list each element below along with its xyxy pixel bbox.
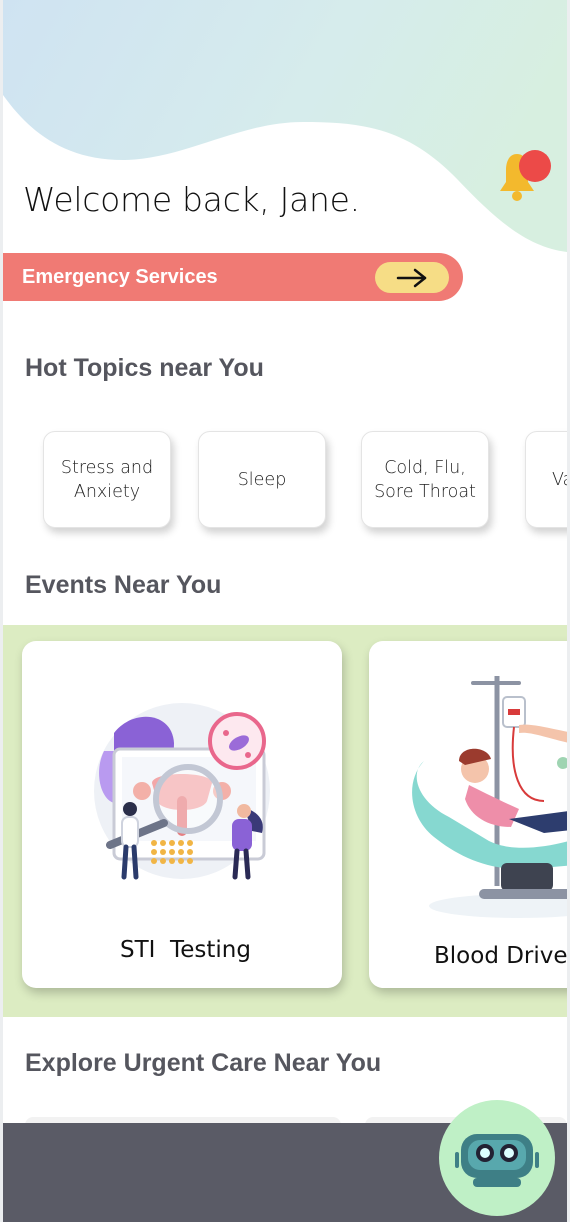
welcome-heading: Welcome back, Jane. <box>23 180 360 219</box>
arrow-right-icon <box>396 268 427 287</box>
notification-badge <box>519 150 551 182</box>
events-title: Events Near You <box>25 571 222 599</box>
notifications-button[interactable] <box>497 148 557 208</box>
hot-topics-title: Hot Topics near You <box>25 354 264 382</box>
emergency-arrow-button[interactable] <box>375 262 449 293</box>
header-wave <box>3 0 567 252</box>
topic-card-cold-flu[interactable]: Cold, Flu, Sore Throat <box>361 431 489 528</box>
event-label: STI Testing <box>120 937 251 963</box>
topic-card-partial[interactable]: Va <box>525 431 567 528</box>
topic-label: Va <box>552 469 567 490</box>
event-label: Blood Drive <box>434 943 567 969</box>
app-screen: Welcome back, Jane. Emergency Services H… <box>3 0 567 1222</box>
bell-icon <box>500 150 551 201</box>
event-card-sti-testing[interactable]: STI Testing <box>22 641 342 988</box>
topic-label: Cold, Flu, Sore Throat <box>374 457 476 502</box>
robot-icon <box>455 1134 539 1187</box>
event-card-blood-drive[interactable]: Blood Drive <box>369 641 567 988</box>
blood-drive-illustration <box>412 676 567 918</box>
topic-label: Stress and Anxiety <box>60 457 154 502</box>
emergency-services-label: Emergency Services <box>22 266 218 288</box>
topic-label: Sleep <box>237 469 287 490</box>
topic-card-stress-anxiety[interactable]: Stress and Anxiety <box>43 431 171 528</box>
sti-testing-illustration <box>94 703 270 880</box>
topic-card-sleep[interactable]: Sleep <box>198 431 326 528</box>
emergency-services-button[interactable]: Emergency Services <box>3 253 463 301</box>
urgent-care-title: Explore Urgent Care Near You <box>25 1049 382 1077</box>
assistant-chat-button[interactable] <box>439 1100 555 1216</box>
